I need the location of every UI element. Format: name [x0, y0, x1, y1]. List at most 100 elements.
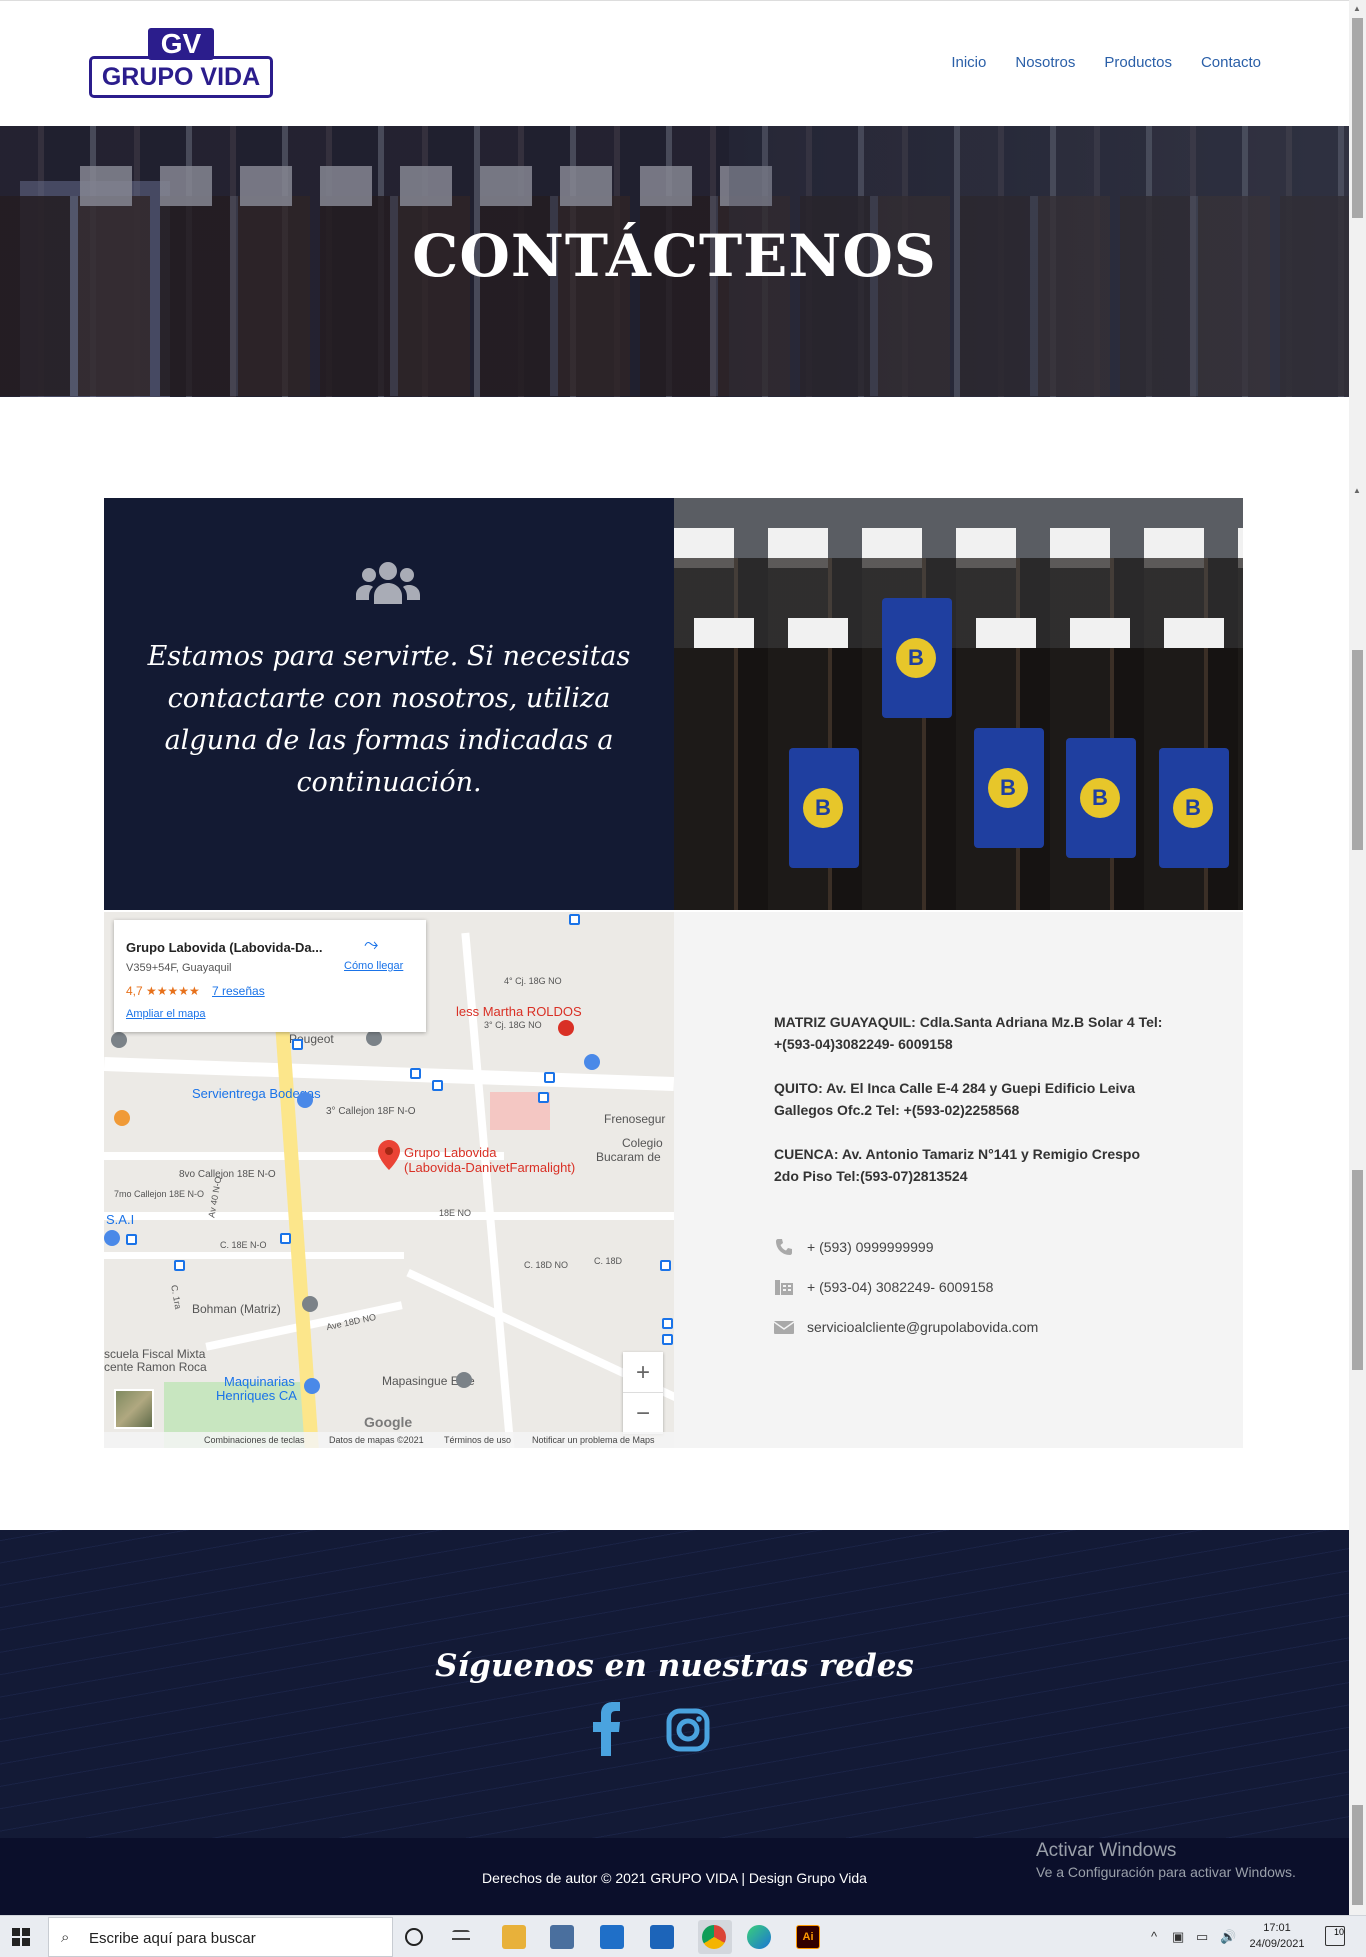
bus-stop-icon[interactable] [662, 1334, 673, 1345]
email-address[interactable]: servicioalcliente@grupolabovida.com [807, 1319, 1038, 1335]
map-label: S.A.I [106, 1212, 135, 1227]
reviews-link[interactable]: 7 reseñas [212, 984, 265, 998]
outlook-icon[interactable] [650, 1925, 674, 1949]
keyboard-shortcuts-link[interactable]: Combinaciones de teclas [204, 1435, 305, 1445]
map-label: Henriques CA [216, 1388, 297, 1403]
scroll-up-arrow-icon[interactable]: ▲ [1353, 4, 1361, 13]
chrome-icon[interactable] [702, 1925, 726, 1949]
clock-time: 17:01 [1263, 1922, 1291, 1934]
zoom-in-button[interactable]: + [623, 1352, 663, 1393]
map-label: 8vo Callejon 18E N-O [179, 1169, 276, 1180]
map-poi-icon[interactable] [111, 1032, 127, 1048]
google-map[interactable]: Peugeot less Martha ROLDOS 4° Cj. 18G NO… [104, 912, 674, 1448]
map-poi-icon[interactable] [297, 1092, 313, 1108]
bus-stop-icon[interactable] [280, 1233, 291, 1244]
directions-link[interactable]: Cómo llegar [344, 960, 403, 972]
activation-title: Activar Windows [1036, 1840, 1177, 1861]
notification-count: 10 [1333, 1927, 1344, 1937]
windows-activation-watermark: Activar Windows Ve a Configuración para … [1036, 1840, 1296, 1880]
nav-productos[interactable]: Productos [1104, 54, 1172, 71]
taskbar-search[interactable]: ⌕ Escribe aquí para buscar [48, 1917, 393, 1957]
map-poi-icon[interactable] [456, 1372, 472, 1388]
location-pin-icon[interactable] [378, 1140, 400, 1170]
mail-icon[interactable] [600, 1925, 624, 1949]
bus-stop-icon[interactable] [410, 1068, 421, 1079]
map-label: C. 1ra [169, 1284, 184, 1310]
satellite-toggle[interactable] [114, 1389, 154, 1429]
grupo-vida-logo[interactable]: GRUPO VIDA GV [89, 28, 273, 98]
edge-icon[interactable] [747, 1925, 771, 1949]
map-road [104, 1252, 404, 1259]
map-poi-icon[interactable] [104, 1230, 120, 1246]
map-label: Grupo Labovida [404, 1145, 497, 1160]
cortana-icon[interactable] [405, 1928, 423, 1946]
task-view-icon[interactable] [452, 1930, 470, 1944]
system-clock[interactable]: 17:01 24/09/2021 [1246, 1920, 1308, 1952]
windows-start-icon[interactable] [12, 1928, 30, 1946]
notification-center-icon[interactable]: 10 [1325, 1926, 1345, 1946]
bus-stop-icon[interactable] [538, 1092, 549, 1103]
store-icon[interactable] [550, 1925, 574, 1949]
activation-subtitle: Ve a Configuración para activar Windows. [1036, 1864, 1296, 1880]
terms-link[interactable]: Términos de uso [444, 1435, 511, 1445]
map-place-card: Grupo Labovida (Labovida-Da... V359+54F,… [114, 920, 426, 1032]
map-poi-icon[interactable] [302, 1296, 318, 1312]
photo-label [882, 598, 952, 718]
phone-number[interactable]: + (593) 0999999999 [807, 1239, 934, 1255]
bus-stop-icon[interactable] [569, 914, 580, 925]
map-attribution: Combinaciones de teclas Datos de mapas ©… [104, 1432, 674, 1448]
windows-taskbar: ⌕ Escribe aquí para buscar Ai ^ ▣ ▭ 🔊 17… [0, 1915, 1366, 1957]
photo-label [1159, 748, 1229, 868]
fax-number[interactable]: + (593-04) 3082249- 6009158 [807, 1279, 993, 1295]
zoom-controls: + − [623, 1352, 663, 1434]
map-road [104, 1212, 674, 1220]
zoom-out-button[interactable]: − [623, 1393, 663, 1434]
page-scrollbar[interactable]: ▲ ▲ [1349, 0, 1366, 1915]
google-logo: Google [364, 1414, 413, 1430]
map-label: C. 18D NO [524, 1260, 569, 1270]
instagram-icon[interactable] [666, 1708, 710, 1752]
map-label: C. 18D [594, 1256, 623, 1266]
tray-network-icon[interactable]: ▣ [1172, 1929, 1184, 1945]
logo-monogram: GV [148, 28, 214, 60]
scrollbar-thumb[interactable] [1352, 18, 1363, 218]
map-label: Bohman (Matriz) [192, 1302, 281, 1316]
map-label: 7mo Callejon 18E N-O [114, 1189, 205, 1199]
main-nav: Inicio Nosotros Productos Contacto [922, 54, 1261, 71]
bus-stop-icon[interactable] [292, 1039, 303, 1050]
scrollbar-thumb[interactable] [1352, 650, 1363, 850]
nav-inicio[interactable]: Inicio [951, 54, 986, 71]
bus-stop-icon[interactable] [544, 1072, 555, 1083]
map-label: 3° Callejon 18F N-O [326, 1106, 416, 1117]
map-label: Colegio [622, 1136, 663, 1150]
social-heading: Síguenos en nuestras redes [435, 1648, 914, 1684]
scrollbar-thumb[interactable] [1352, 1805, 1363, 1905]
page-title: CONTÁCTENOS [412, 222, 937, 290]
map-poi-icon[interactable] [584, 1054, 600, 1070]
facebook-icon[interactable] [592, 1702, 622, 1756]
report-problem-link[interactable]: Notificar un problema de Maps [532, 1435, 655, 1445]
nav-contacto[interactable]: Contacto [1201, 54, 1261, 71]
photo-bottles-row2 [674, 648, 1243, 910]
bus-stop-icon[interactable] [126, 1234, 137, 1245]
tray-display-icon[interactable]: ▭ [1196, 1929, 1208, 1945]
map-poi-icon[interactable] [366, 1030, 382, 1046]
map-poi-icon[interactable] [304, 1378, 320, 1394]
map-label: Bucaram de [596, 1150, 661, 1164]
file-explorer-icon[interactable] [502, 1925, 526, 1949]
tray-chevron-icon[interactable]: ^ [1151, 1929, 1157, 1944]
directions-icon[interactable]: ⤳ [364, 934, 378, 955]
illustrator-icon[interactable]: Ai [796, 1925, 820, 1949]
nav-nosotros[interactable]: Nosotros [1015, 54, 1075, 71]
scroll-up-arrow-icon[interactable]: ▲ [1353, 486, 1361, 495]
expand-map-link[interactable]: Ampliar el mapa [126, 1008, 205, 1020]
hospital-icon[interactable] [558, 1020, 574, 1036]
bus-stop-icon[interactable] [432, 1080, 443, 1091]
volume-icon[interactable]: 🔊 [1220, 1929, 1236, 1945]
map-label: scuela Fiscal Mixta [104, 1347, 206, 1361]
scrollbar-thumb[interactable] [1352, 1170, 1363, 1370]
bus-stop-icon[interactable] [660, 1260, 671, 1271]
bus-stop-icon[interactable] [662, 1318, 673, 1329]
bus-stop-icon[interactable] [174, 1260, 185, 1271]
map-poi-icon[interactable] [114, 1110, 130, 1126]
